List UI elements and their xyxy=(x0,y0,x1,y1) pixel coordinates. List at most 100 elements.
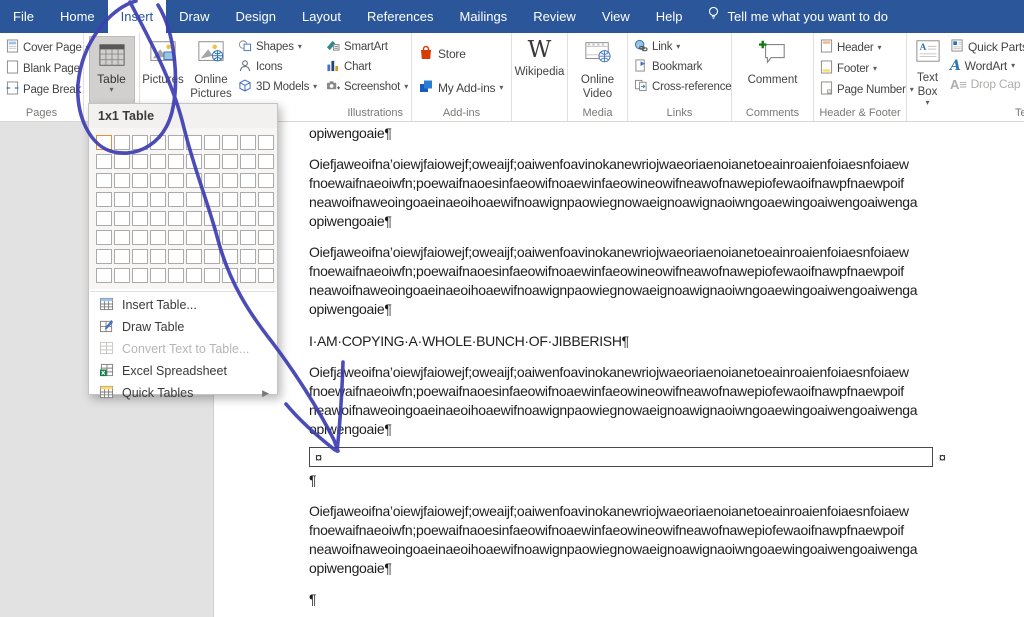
grid-cell[interactable] xyxy=(222,173,238,188)
grid-cell[interactable] xyxy=(240,268,256,283)
menu-item-quick-tables[interactable]: Quick Tables ▶ xyxy=(89,382,277,404)
grid-cell[interactable] xyxy=(204,230,220,245)
grid-cell[interactable] xyxy=(222,268,238,283)
grid-cell[interactable] xyxy=(204,268,220,283)
cover-page-button[interactable]: Cover Page▾ xyxy=(4,37,80,58)
inserted-1x1-table[interactable]: ¤ ¤ xyxy=(309,447,933,467)
grid-cell[interactable] xyxy=(150,173,166,188)
grid-cell[interactable] xyxy=(222,192,238,207)
grid-cell[interactable] xyxy=(240,249,256,264)
grid-cell[interactable] xyxy=(258,230,274,245)
grid-cell[interactable] xyxy=(258,268,274,283)
grid-cell[interactable] xyxy=(186,211,202,226)
my-addins-button[interactable]: My Add-ins▾ xyxy=(416,75,508,101)
grid-cell[interactable] xyxy=(168,268,184,283)
store-button[interactable]: Store xyxy=(416,41,508,67)
tab-layout[interactable]: Layout xyxy=(289,0,354,33)
icons-button[interactable]: Icons xyxy=(236,57,324,77)
grid-cell[interactable] xyxy=(96,268,112,283)
blank-page-button[interactable]: Blank Page xyxy=(4,58,80,79)
menu-item-insert-table[interactable]: Insert Table... xyxy=(89,294,277,316)
grid-cell[interactable] xyxy=(150,211,166,226)
smartart-button[interactable]: SmartArt xyxy=(324,37,408,57)
page-break-button[interactable]: Page Break xyxy=(4,79,80,100)
grid-cell[interactable] xyxy=(186,173,202,188)
grid-cell[interactable] xyxy=(240,173,256,188)
grid-cell[interactable] xyxy=(114,230,130,245)
grid-cell[interactable] xyxy=(258,249,274,264)
footer-button[interactable]: Footer▾ xyxy=(818,58,903,79)
grid-cell[interactable] xyxy=(132,154,148,169)
grid-cell[interactable] xyxy=(186,135,202,150)
grid-cell[interactable] xyxy=(132,173,148,188)
grid-cell[interactable] xyxy=(96,230,112,245)
3d-models-button[interactable]: 3D Models▾ xyxy=(236,77,324,97)
wordart-button[interactable]: A WordArt▾ xyxy=(948,57,1024,75)
tab-view[interactable]: View xyxy=(589,0,643,33)
grid-cell[interactable] xyxy=(204,173,220,188)
table-button[interactable]: Table ▾ xyxy=(89,36,135,104)
grid-cell[interactable] xyxy=(150,249,166,264)
grid-cell[interactable] xyxy=(258,154,274,169)
grid-cell[interactable] xyxy=(186,230,202,245)
grid-cell[interactable] xyxy=(132,268,148,283)
grid-cell[interactable] xyxy=(186,154,202,169)
grid-cell[interactable] xyxy=(258,173,274,188)
grid-cell[interactable] xyxy=(258,135,274,150)
grid-cell[interactable] xyxy=(240,154,256,169)
menu-item-excel-spreadsheet[interactable]: Excel Spreadsheet xyxy=(89,360,277,382)
grid-cell[interactable] xyxy=(96,211,112,226)
grid-cell[interactable] xyxy=(258,192,274,207)
grid-cell[interactable] xyxy=(150,268,166,283)
chart-button[interactable]: Chart xyxy=(324,57,408,77)
grid-cell[interactable] xyxy=(240,135,256,150)
quick-parts-button[interactable]: Quick Parts▾ xyxy=(948,37,1024,57)
shapes-button[interactable]: Shapes▾ xyxy=(236,37,324,57)
grid-cell[interactable] xyxy=(168,211,184,226)
grid-cell[interactable] xyxy=(150,230,166,245)
drop-cap-button[interactable]: A≡ Drop Cap▾ xyxy=(948,75,1024,93)
grid-cell[interactable] xyxy=(222,230,238,245)
grid-cell[interactable] xyxy=(204,249,220,264)
tab-insert[interactable]: Insert xyxy=(108,0,167,33)
grid-cell[interactable] xyxy=(168,192,184,207)
grid-cell[interactable] xyxy=(132,192,148,207)
tab-mailings[interactable]: Mailings xyxy=(447,0,521,33)
grid-cell[interactable] xyxy=(114,211,130,226)
grid-cell[interactable] xyxy=(204,135,220,150)
grid-cell[interactable] xyxy=(258,211,274,226)
document-page[interactable]: opiwengoaie¶ Oiefjaweoifna’oiewjfaiowejf… xyxy=(213,122,1024,617)
grid-cell[interactable] xyxy=(150,154,166,169)
grid-cell[interactable] xyxy=(168,135,184,150)
menu-item-draw-table[interactable]: Draw Table xyxy=(89,316,277,338)
grid-cell[interactable] xyxy=(168,173,184,188)
grid-cell[interactable] xyxy=(168,154,184,169)
grid-cell[interactable] xyxy=(96,135,112,150)
grid-cell[interactable] xyxy=(186,249,202,264)
grid-cell[interactable] xyxy=(222,211,238,226)
tab-home[interactable]: Home xyxy=(47,0,108,33)
grid-cell[interactable] xyxy=(240,192,256,207)
grid-cell[interactable] xyxy=(240,230,256,245)
grid-cell[interactable] xyxy=(114,135,130,150)
grid-cell[interactable] xyxy=(114,173,130,188)
grid-cell[interactable] xyxy=(222,249,238,264)
grid-cell[interactable] xyxy=(132,230,148,245)
tab-design[interactable]: Design xyxy=(223,0,289,33)
grid-cell[interactable] xyxy=(114,192,130,207)
grid-cell[interactable] xyxy=(96,173,112,188)
grid-cell[interactable] xyxy=(150,135,166,150)
bookmark-button[interactable]: Bookmark xyxy=(632,57,728,77)
tab-file[interactable]: File xyxy=(0,0,47,33)
grid-cell[interactable] xyxy=(132,249,148,264)
grid-cell[interactable] xyxy=(186,192,202,207)
tab-draw[interactable]: Draw xyxy=(166,0,222,33)
grid-cell[interactable] xyxy=(222,154,238,169)
grid-cell[interactable] xyxy=(150,192,166,207)
grid-cell[interactable] xyxy=(96,249,112,264)
link-button[interactable]: Link▾ xyxy=(632,37,728,57)
grid-cell[interactable] xyxy=(114,268,130,283)
tell-me-box[interactable]: Tell me what you want to do xyxy=(706,0,888,33)
menu-item-convert-text-to-table[interactable]: Convert Text to Table... xyxy=(89,338,277,360)
grid-cell[interactable] xyxy=(114,249,130,264)
